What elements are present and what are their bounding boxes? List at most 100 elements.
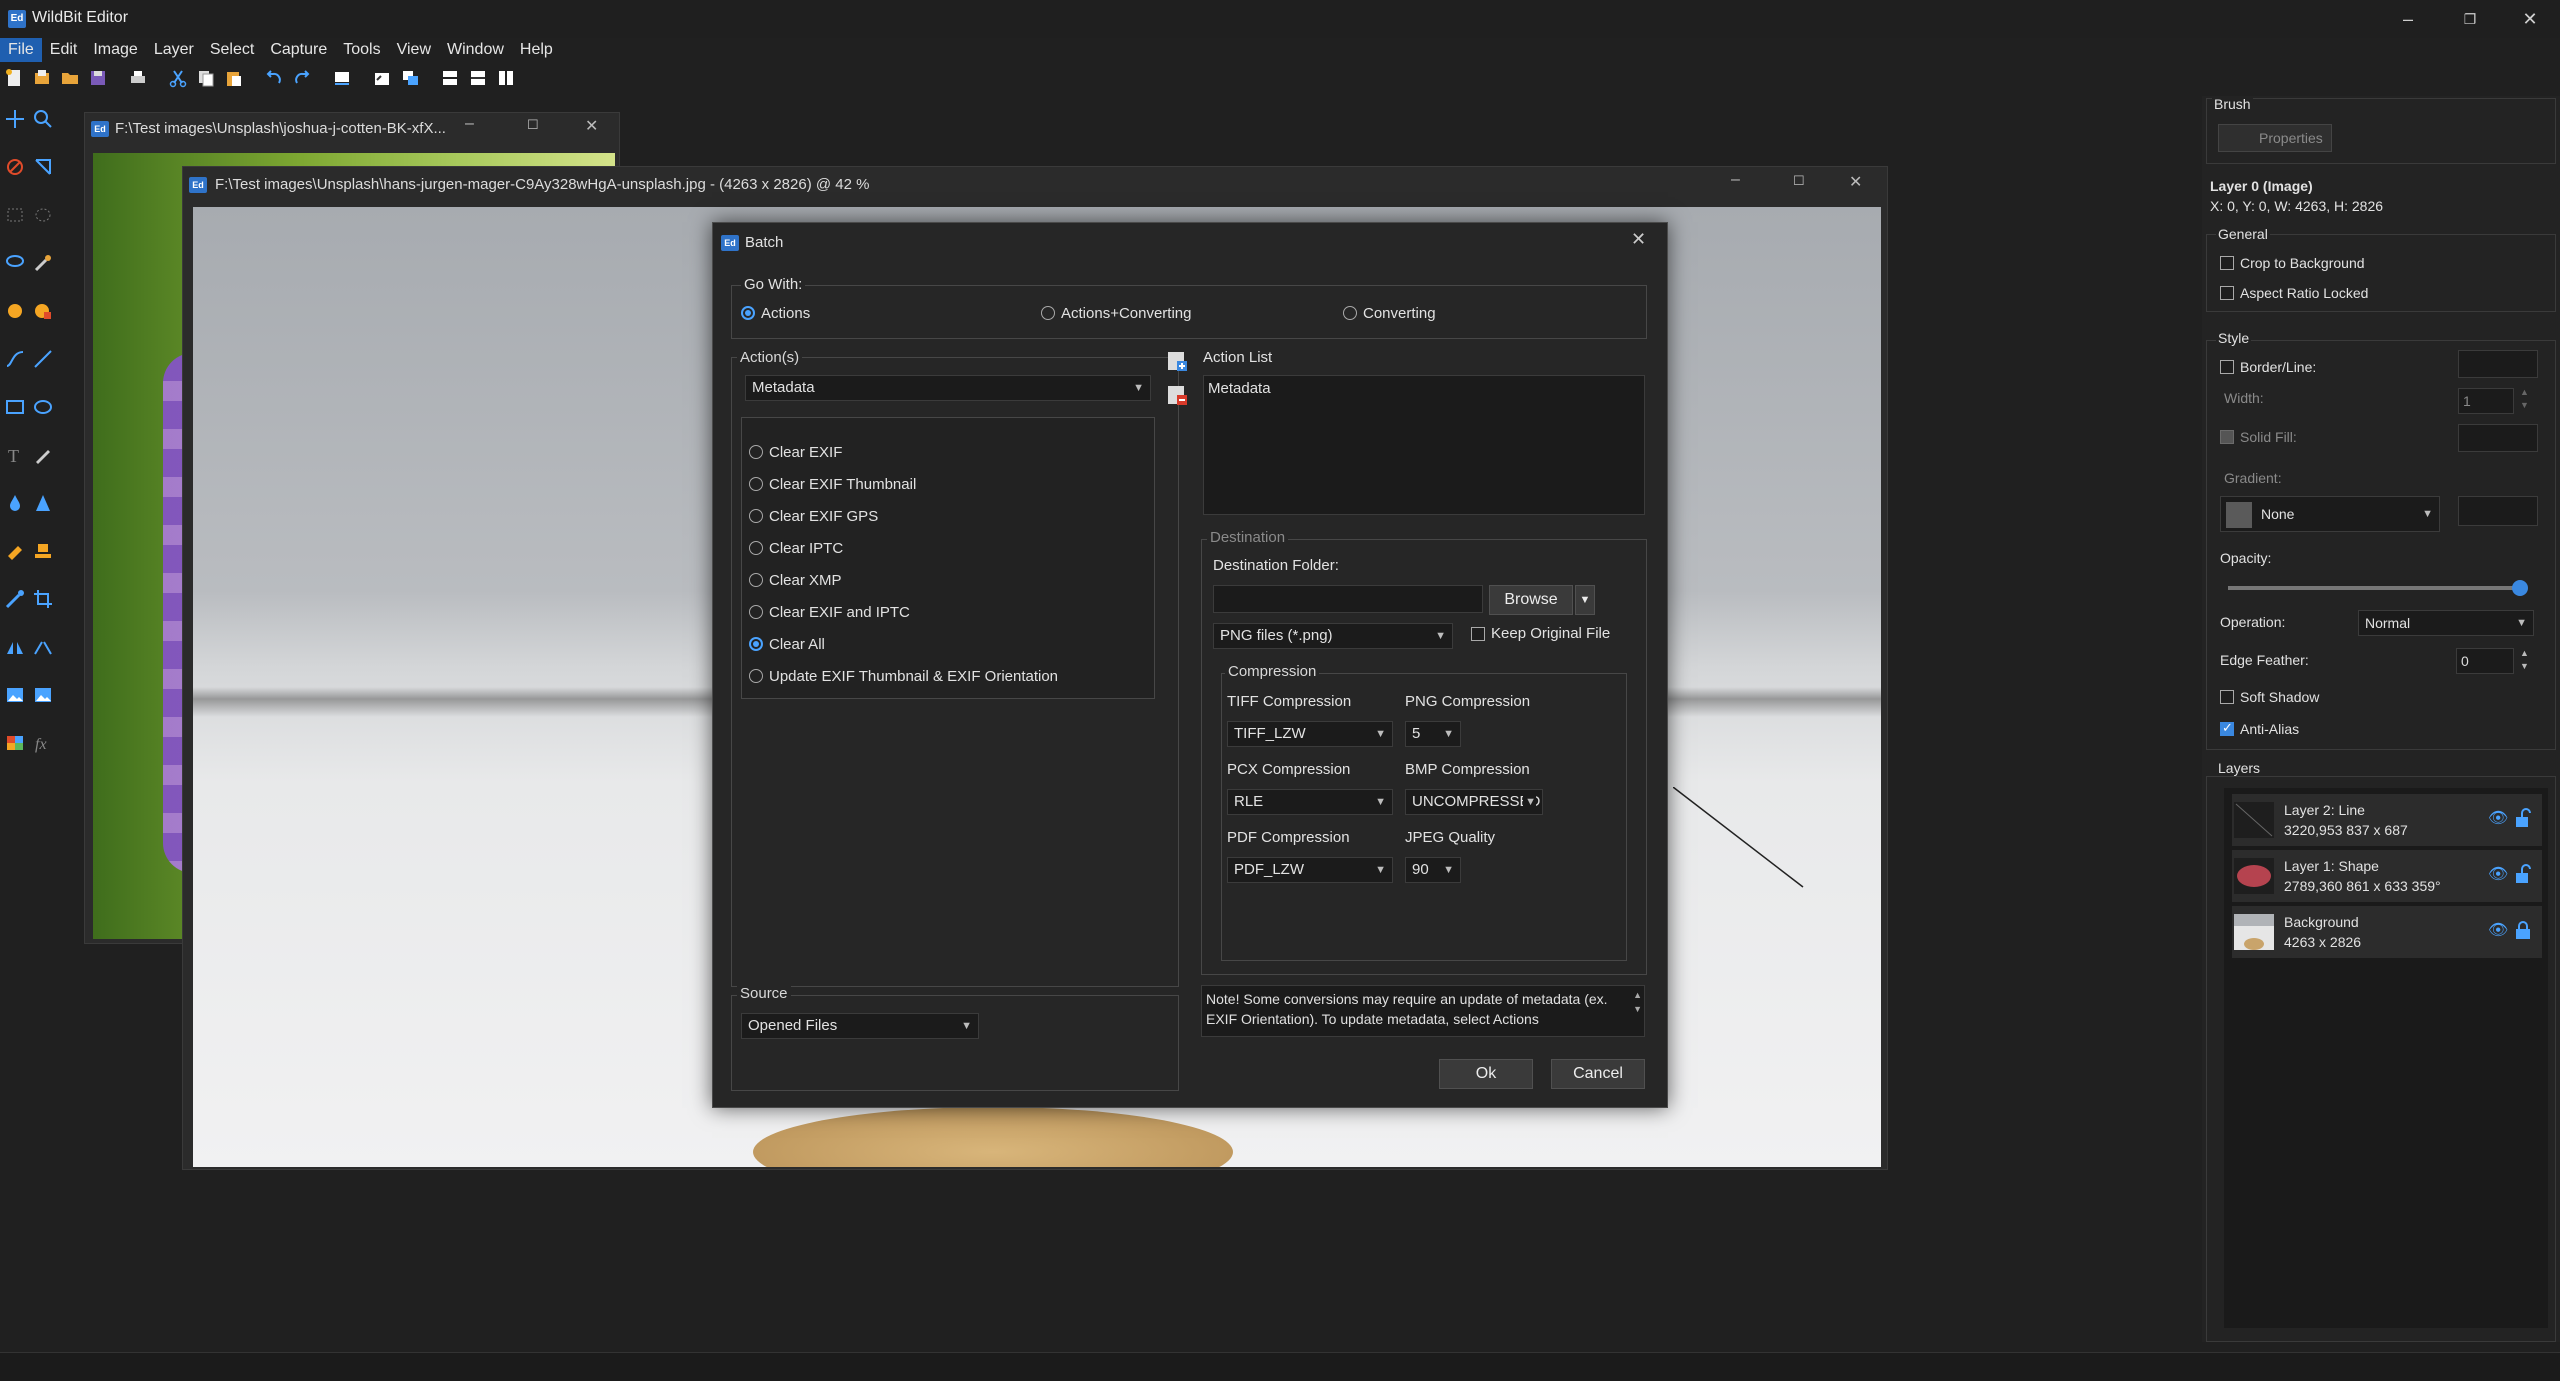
rectangle-tool-icon[interactable]	[4, 396, 26, 418]
unlock-icon[interactable]	[2514, 864, 2532, 884]
doc-close-button[interactable]: ✕	[585, 116, 598, 136]
menu-edit[interactable]: Edit	[42, 38, 86, 62]
clear-all-label[interactable]: Clear All	[769, 636, 825, 653]
print-icon[interactable]	[128, 68, 148, 88]
action-list-item[interactable]: Metadata	[1208, 380, 1271, 397]
clear-exif-label[interactable]: Clear EXIF	[769, 444, 842, 461]
pen-tool-icon[interactable]	[32, 444, 54, 466]
aspect-ratio-checkbox[interactable]	[2220, 286, 2234, 300]
tile-vertical-icon[interactable]	[496, 68, 516, 88]
menu-view[interactable]: View	[389, 38, 439, 62]
eraser-tool-icon[interactable]	[4, 156, 26, 178]
blob-tool-icon[interactable]	[4, 300, 26, 322]
clear-exif-thumbnail-label[interactable]: Clear EXIF Thumbnail	[769, 476, 916, 493]
solid-fill-label[interactable]: Solid Fill:	[2240, 429, 2297, 445]
fx-tool-icon[interactable]: fx	[32, 732, 54, 754]
width-spinner[interactable]: ▲ ▼	[2520, 386, 2529, 412]
aspect-ratio-label[interactable]: Aspect Ratio Locked	[2240, 285, 2368, 301]
crop-to-background-checkbox[interactable]	[2220, 256, 2234, 270]
anti-alias-checkbox[interactable]	[2220, 720, 2234, 736]
eye-icon[interactable]: 👁	[2488, 920, 2508, 940]
go-with-actions-radio[interactable]	[741, 306, 755, 320]
clear-exif-thumbnail-radio[interactable]	[749, 477, 763, 491]
clear-iptc-radio[interactable]	[749, 541, 763, 555]
soft-shadow-label[interactable]: Soft Shadow	[2240, 689, 2319, 705]
gradient-color-swatch[interactable]	[2458, 496, 2538, 526]
browse-button[interactable]: Browse	[1489, 585, 1573, 615]
update-exif-thumbnail-radio[interactable]	[749, 669, 763, 683]
keep-original-label[interactable]: Keep Original File	[1491, 625, 1610, 642]
gradient-select[interactable]: None ▼	[2220, 496, 2440, 532]
clear-exif-gps-label[interactable]: Clear EXIF GPS	[769, 508, 878, 525]
picker-tool-icon[interactable]	[4, 588, 26, 610]
clear-xmp-radio[interactable]	[749, 573, 763, 587]
go-with-actions-converting-radio[interactable]	[1041, 306, 1055, 320]
go-with-converting-radio[interactable]	[1343, 306, 1357, 320]
remove-action-icon[interactable]	[1165, 383, 1189, 407]
keep-original-checkbox[interactable]	[1471, 627, 1485, 641]
border-line-checkbox[interactable]	[2220, 360, 2234, 374]
lasso-tool-icon[interactable]	[4, 252, 26, 274]
jpeg-quality-select[interactable]: 90 ▼	[1405, 857, 1461, 883]
layer-row-line[interactable]: Layer 2: Line 3220,953 837 x 687 👁	[2232, 794, 2542, 846]
open-folder-icon[interactable]	[60, 68, 80, 88]
update-exif-thumbnail-label[interactable]: Update EXIF Thumbnail & EXIF Orientation	[769, 668, 1058, 685]
eye-icon[interactable]: 👁	[2488, 808, 2508, 828]
minimize-button[interactable]: –	[2386, 6, 2430, 32]
layer-row-background[interactable]: Background 4263 x 2826 👁	[2232, 906, 2542, 958]
properties-button[interactable]: Properties	[2218, 124, 2332, 152]
doc-maximize-button[interactable]: ☐	[1793, 173, 1805, 189]
add-action-icon[interactable]	[1165, 349, 1189, 373]
open-file-icon[interactable]	[32, 68, 52, 88]
zoom-tool-icon[interactable]	[32, 108, 54, 130]
opacity-slider-track[interactable]	[2228, 580, 2528, 596]
redo-icon[interactable]	[292, 68, 312, 88]
window-icon[interactable]	[332, 68, 352, 88]
clear-exif-and-iptc-radio[interactable]	[749, 605, 763, 619]
ellipse-tool-icon[interactable]	[32, 396, 54, 418]
close-app-button[interactable]: ✕	[2508, 6, 2552, 32]
flip-tool-icon[interactable]	[4, 636, 26, 658]
ellipse-select-icon[interactable]	[32, 204, 54, 226]
solid-fill-checkbox[interactable]	[2220, 430, 2234, 444]
lock-icon[interactable]	[2514, 920, 2532, 940]
doc-close-button[interactable]: ✕	[1849, 172, 1862, 192]
mirror-tool-icon[interactable]	[32, 636, 54, 658]
restore-button[interactable]: ❐	[2448, 6, 2492, 32]
stamp-tool-icon[interactable]	[4, 540, 26, 562]
curve-tool-icon[interactable]	[4, 348, 26, 370]
clear-xmp-label[interactable]: Clear XMP	[769, 572, 842, 589]
fit-window-icon[interactable]	[372, 68, 392, 88]
clear-exif-gps-radio[interactable]	[749, 509, 763, 523]
browse-dropdown-button[interactable]: ▼	[1575, 585, 1595, 615]
move-tool-icon[interactable]	[4, 108, 26, 130]
menu-layer[interactable]: Layer	[146, 38, 202, 62]
pdf-compression-select[interactable]: PDF_LZW ▼	[1227, 857, 1393, 883]
bmp-compression-select[interactable]: UNCOMPRESSED ▼	[1405, 789, 1543, 815]
clear-exif-radio[interactable]	[749, 445, 763, 459]
border-color-swatch[interactable]	[2458, 350, 2538, 378]
note-scrollbar[interactable]: ▲ ▼	[1633, 988, 1642, 1016]
anti-alias-label[interactable]: Anti-Alias	[2240, 721, 2299, 737]
save-icon[interactable]	[88, 68, 108, 88]
go-with-actions-label[interactable]: Actions	[761, 305, 810, 322]
tiff-compression-select[interactable]: TIFF_LZW ▼	[1227, 721, 1393, 747]
output-format-select[interactable]: PNG files (*.png) ▼	[1213, 623, 1453, 649]
action-list-box[interactable]: Metadata	[1203, 375, 1645, 515]
tile-horizontal-icon[interactable]	[440, 68, 460, 88]
unlock-icon[interactable]	[2514, 808, 2532, 828]
menu-file[interactable]: File	[0, 38, 42, 62]
dropper-tool-icon[interactable]	[4, 492, 26, 514]
menu-help[interactable]: Help	[512, 38, 561, 62]
cancel-button[interactable]: Cancel	[1551, 1059, 1645, 1089]
border-line-label[interactable]: Border/Line:	[2240, 359, 2316, 375]
undo-icon[interactable]	[264, 68, 284, 88]
fill-color-swatch[interactable]	[2458, 424, 2538, 452]
menu-image[interactable]: Image	[85, 38, 145, 62]
new-file-icon[interactable]	[4, 68, 24, 88]
edge-feather-input[interactable]: 0	[2456, 648, 2514, 674]
line-tool-icon[interactable]	[32, 348, 54, 370]
ok-button[interactable]: Ok	[1439, 1059, 1533, 1089]
transform-tool-icon[interactable]	[32, 156, 54, 178]
text-tool-icon[interactable]: T	[4, 444, 26, 466]
